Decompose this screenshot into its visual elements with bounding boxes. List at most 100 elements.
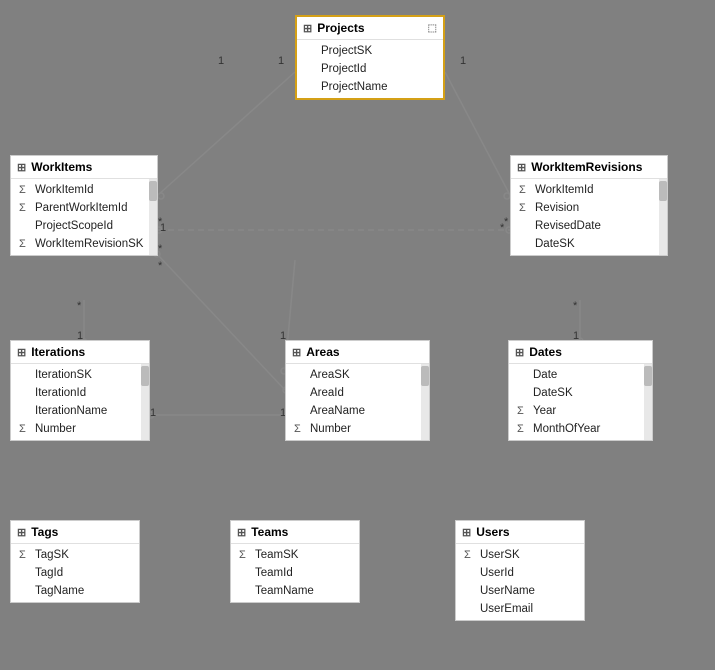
sigma-icon: Σ xyxy=(19,238,31,250)
sigma-icon: Σ xyxy=(19,184,31,196)
iterations-header: ⊞ Iterations xyxy=(11,341,149,364)
sigma-icon: Σ xyxy=(517,423,529,435)
teams-body: ΣTeamSK TeamId TeamName xyxy=(231,544,359,602)
scrollbar[interactable] xyxy=(644,364,652,440)
sigma-icon: Σ xyxy=(19,423,31,435)
table-row: AreaId xyxy=(286,384,429,402)
label-1-projects-wi: 1 xyxy=(218,55,224,67)
table-row: UserEmail xyxy=(456,600,584,618)
table-row: ΣWorkItemId xyxy=(11,181,157,199)
table-row: RevisedDate xyxy=(511,217,667,235)
users-table[interactable]: ⊞ Users ΣUserSK UserId UserName UserEmai… xyxy=(455,520,585,621)
iterations-table[interactable]: ⊞ Iterations IterationSK IterationId Ite… xyxy=(10,340,150,441)
table-row: AreaName xyxy=(286,402,429,420)
label-star-wi3: * xyxy=(158,260,162,272)
dates-body: Date DateSK ΣYear ΣMonthOfYear xyxy=(509,364,652,440)
label-1-iter-areas: 1 xyxy=(150,407,156,419)
table-row: IterationName xyxy=(11,402,149,420)
workitems-table[interactable]: ⊞ WorkItems ΣWorkItemId ΣParentWorkItemI… xyxy=(10,155,158,256)
label-star-wi-iter: * xyxy=(77,300,81,312)
label-star-wir: * xyxy=(504,216,508,228)
projects-title: Projects xyxy=(317,21,364,35)
tags-title: Tags xyxy=(31,525,58,539)
users-body: ΣUserSK UserId UserName UserEmail xyxy=(456,544,584,620)
iterations-icon: ⊞ xyxy=(17,346,26,359)
table-row: ProjectScopeId xyxy=(11,217,157,235)
scrollbar[interactable] xyxy=(421,364,429,440)
workitemrevisions-icon: ⊞ xyxy=(517,161,526,174)
dates-table[interactable]: ⊞ Dates Date DateSK ΣYear ΣMonthOfYear xyxy=(508,340,653,441)
workitemrevisions-table[interactable]: ⊞ WorkItemRevisions ΣWorkItemId ΣRevisio… xyxy=(510,155,668,256)
users-icon: ⊞ xyxy=(462,526,471,539)
areas-icon: ⊞ xyxy=(292,346,301,359)
table-row: ProjectId xyxy=(297,60,443,78)
tags-table[interactable]: ⊞ Tags ΣTagSK TagId TagName xyxy=(10,520,140,603)
table-row: ΣRevision xyxy=(511,199,667,217)
areas-body: AreaSK AreaId AreaName ΣNumber xyxy=(286,364,429,440)
areas-title: Areas xyxy=(306,345,339,359)
table-row: ΣMonthOfYear xyxy=(509,420,652,438)
projects-header: ⊞ Projects ⬚ xyxy=(297,17,443,40)
scrollbar[interactable] xyxy=(659,179,667,255)
table-row: DateSK xyxy=(509,384,652,402)
dates-icon: ⊞ xyxy=(515,346,524,359)
workitems-title: WorkItems xyxy=(31,160,92,174)
diagram-canvas: 1 1 1 * * * 1 * * 1 1 1 * 1 1 * ⊞ Projec… xyxy=(0,0,715,670)
sigma-icon: Σ xyxy=(464,549,476,561)
table-row: UserId xyxy=(456,564,584,582)
workitemrevisions-header: ⊞ WorkItemRevisions xyxy=(511,156,667,179)
table-row: ΣTagSK xyxy=(11,546,139,564)
label-1-dash-left: 1 xyxy=(160,222,166,234)
label-star-wir-dates: * xyxy=(573,300,577,312)
sigma-icon: Σ xyxy=(19,549,31,561)
projects-table[interactable]: ⊞ Projects ⬚ ProjectSK ProjectId Project… xyxy=(295,15,445,100)
table-row: ΣNumber xyxy=(286,420,429,438)
sigma-icon: Σ xyxy=(517,405,529,417)
sigma-icon: Σ xyxy=(19,202,31,214)
label-1-projects-wir: 1 xyxy=(460,55,466,67)
dates-header: ⊞ Dates xyxy=(509,341,652,364)
workitems-header: ⊞ WorkItems xyxy=(11,156,157,179)
table-row: ΣYear xyxy=(509,402,652,420)
table-row: ΣWorkItemRevisionSK xyxy=(11,235,157,253)
table-row: ΣUserSK xyxy=(456,546,584,564)
tags-body: ΣTagSK TagId TagName xyxy=(11,544,139,602)
table-row: DateSK xyxy=(511,235,667,253)
label-1-projects-wi2: 1 xyxy=(278,55,284,67)
dates-title: Dates xyxy=(529,345,562,359)
sigma-icon: Σ xyxy=(239,549,251,561)
table-row: Date xyxy=(509,366,652,384)
areas-header: ⊞ Areas xyxy=(286,341,429,364)
scrollbar[interactable] xyxy=(141,364,149,440)
table-row: ΣNumber xyxy=(11,420,149,438)
table-row: ΣTeamSK xyxy=(231,546,359,564)
table-row: ΣParentWorkItemId xyxy=(11,199,157,217)
label-star-dash-right: * xyxy=(500,222,504,234)
scrollbar[interactable] xyxy=(149,179,157,255)
workitems-body: ΣWorkItemId ΣParentWorkItemId ProjectSco… xyxy=(11,179,157,255)
label-star-wi2: * xyxy=(158,243,162,255)
teams-icon: ⊞ xyxy=(237,526,246,539)
table-row: TeamName xyxy=(231,582,359,600)
workitemrevisions-body: ΣWorkItemId ΣRevision RevisedDate DateSK xyxy=(511,179,667,255)
workitems-icon: ⊞ xyxy=(17,161,26,174)
sigma-icon: Σ xyxy=(519,202,531,214)
projects-expand-icon[interactable]: ⬚ xyxy=(428,23,437,34)
sigma-icon: Σ xyxy=(519,184,531,196)
tags-header: ⊞ Tags xyxy=(11,521,139,544)
table-row: AreaSK xyxy=(286,366,429,384)
teams-header: ⊞ Teams xyxy=(231,521,359,544)
table-row: ProjectName xyxy=(297,78,443,96)
teams-title: Teams xyxy=(251,525,288,539)
tags-icon: ⊞ xyxy=(17,526,26,539)
table-row: TagName xyxy=(11,582,139,600)
sigma-icon: Σ xyxy=(294,423,306,435)
table-row: IterationId xyxy=(11,384,149,402)
teams-table[interactable]: ⊞ Teams ΣTeamSK TeamId TeamName xyxy=(230,520,360,603)
users-title: Users xyxy=(476,525,509,539)
workitemrevisions-title: WorkItemRevisions xyxy=(531,160,642,174)
table-row: IterationSK xyxy=(11,366,149,384)
areas-table[interactable]: ⊞ Areas AreaSK AreaId AreaName ΣNumber xyxy=(285,340,430,441)
table-row: UserName xyxy=(456,582,584,600)
table-row: ΣWorkItemId xyxy=(511,181,667,199)
